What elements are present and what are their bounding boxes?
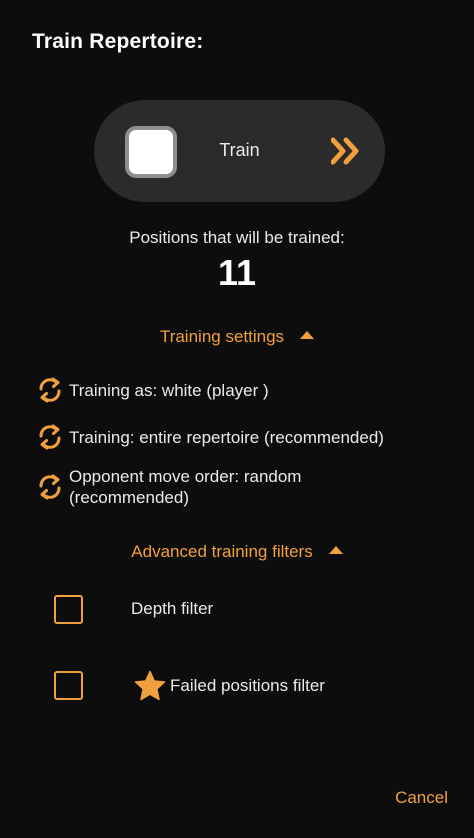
caret-up-icon [328,546,343,554]
setting-training-as-text: Training as: white (player ) [69,381,269,400]
training-settings-toggle[interactable]: Training settings [0,327,474,347]
setting-training-scope-text: Training: entire repertoire (recommended… [69,428,384,447]
page-title: Train Repertoire: [32,30,204,53]
cancel-button[interactable]: Cancel [395,788,448,808]
sync-icon [39,424,61,450]
positions-count: 11 [217,252,257,293]
training-settings-header: Training settings [159,327,285,346]
advanced-filters-toggle[interactable]: Advanced training filters [0,542,474,562]
caret-up-icon [300,331,315,339]
train-button[interactable]: Train [94,100,385,202]
depth-filter-label: Depth filter [131,599,214,618]
positions-label: Positions that will be trained: [129,228,345,247]
failed-positions-filter-checkbox[interactable] [54,671,83,700]
double-chevron-right-icon [331,137,359,165]
depth-filter-checkbox[interactable] [54,595,83,624]
advanced-filters-header: Advanced training filters [131,542,313,561]
setting-opponent-move-order-text: Opponent move order: random (recommended… [69,467,302,507]
sync-icon [39,474,61,500]
sync-icon [39,377,61,403]
failed-positions-filter-label: Failed positions filter [170,676,325,695]
star-icon [134,670,166,701]
